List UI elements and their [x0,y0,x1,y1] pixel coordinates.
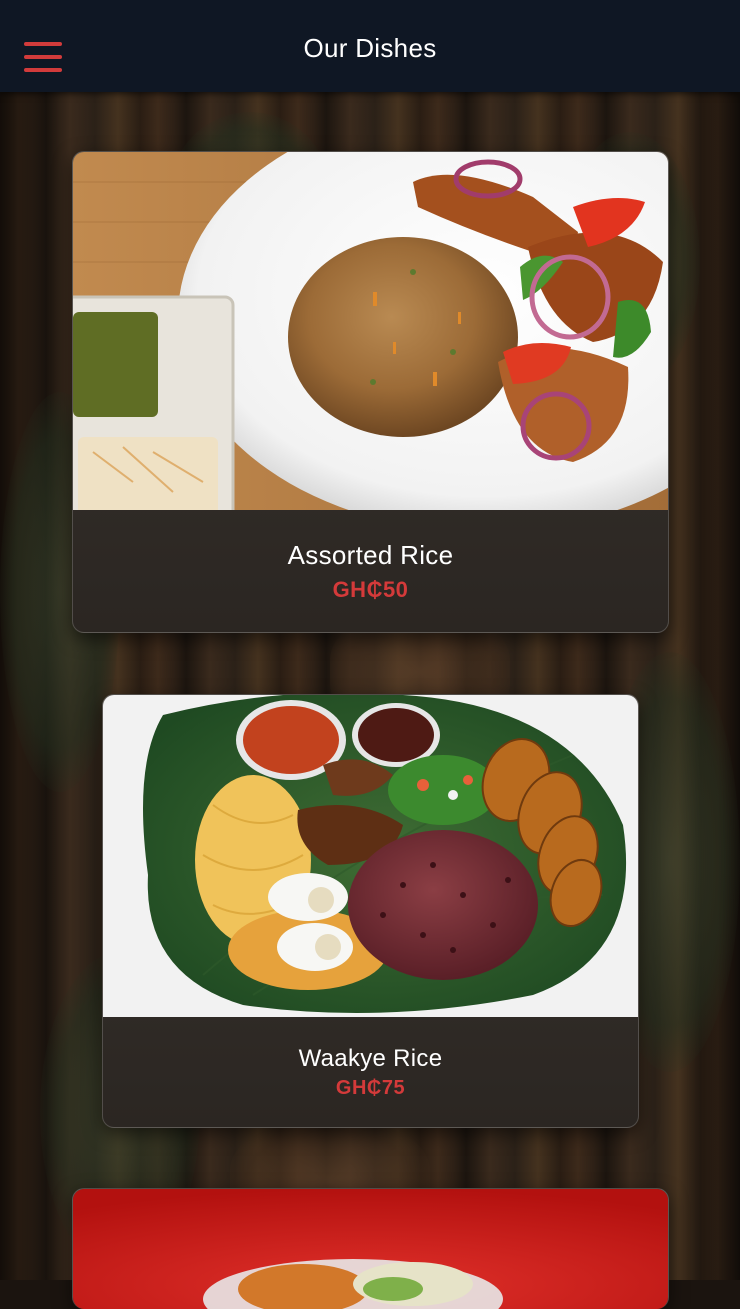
app-header: Our Dishes [0,0,740,92]
hamburger-menu-icon[interactable] [24,42,62,72]
dish-image-partial [73,1189,668,1309]
dish-name: Waakye Rice [298,1044,443,1072]
page-title: Our Dishes [303,32,437,63]
dish-info: Waakye Rice GH₵75 [103,1017,638,1127]
dish-info: Assorted Rice GH₵50 [73,510,668,632]
dish-card-assorted-rice[interactable]: Assorted Rice GH₵50 [72,151,669,633]
dish-price: GH₵75 [335,1076,406,1099]
dish-card-waakye-rice[interactable]: Waakye Rice GH₵75 [102,694,639,1128]
dish-card-partial[interactable] [72,1188,669,1309]
dish-price: GH₵50 [332,576,409,602]
dish-image-waakye-rice [103,695,638,1017]
dish-image-assorted-rice [73,152,668,510]
dish-name: Assorted Rice [287,539,454,570]
